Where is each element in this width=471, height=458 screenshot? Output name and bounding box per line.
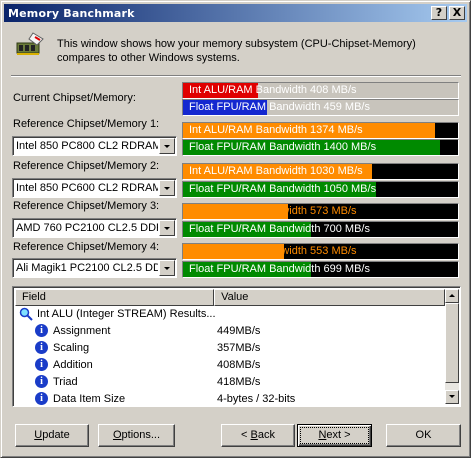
next-button[interactable]: Next >	[297, 424, 372, 447]
row-value: 357MB/s	[217, 342, 261, 354]
reference-3-value: AMD 760 PC2100 CL2.5 DDR (	[16, 222, 158, 234]
options-button[interactable]: Options...	[98, 424, 175, 447]
current-fpu-text: Float FPU/RAM Bandwidth 459 MB/s	[189, 101, 370, 113]
reference-1-label: Reference Chipset/Memory 1:	[13, 118, 160, 130]
reference-3-alu-text: Int ALU/RAM Bandwidth 573 MB/s	[189, 205, 357, 217]
magnifier-icon	[19, 307, 33, 321]
reference-2-value: Intel 850 PC600 CL2 RDRAM (F	[16, 182, 158, 194]
row-field: Addition	[53, 359, 93, 371]
reference-4-alu-text: Int ALU/RAM Bandwidth 553 MB/s	[189, 245, 357, 257]
reference-3-fpu-bar: Float FPU/RAM Bandwidth 700 MB/s	[182, 221, 459, 238]
row-field: Scaling	[53, 342, 90, 354]
results-list[interactable]: Field Value Int ALU (Integer STREAM) Res…	[12, 286, 461, 407]
window-title: Memory Banchmark	[8, 6, 135, 20]
current-fpu-bar: Float FPU/RAM Bandwidth 459 MB/s	[182, 99, 459, 116]
current-chipset-label: Current Chipset/Memory:	[13, 92, 136, 104]
chevron-down-icon[interactable]	[159, 180, 175, 196]
reference-3-fpu-text: Float FPU/RAM Bandwidth 700 MB/s	[189, 223, 370, 235]
reference-4-fpu-text: Float FPU/RAM Bandwidth 699 MB/s	[189, 263, 370, 275]
column-header-value[interactable]: Value	[214, 289, 445, 306]
table-row[interactable]: i Addition 408MB/s	[15, 357, 445, 374]
info-icon: i	[35, 375, 48, 388]
info-icon: i	[35, 341, 48, 354]
table-row[interactable]: i Triad 418MB/s	[15, 374, 445, 391]
ok-button[interactable]: OK	[386, 424, 461, 447]
reference-3-alu-bar: Int ALU/RAM Bandwidth 573 MB/s	[182, 203, 459, 220]
reference-1-alu-text: Int ALU/RAM Bandwidth 1374 MB/s	[189, 124, 363, 136]
table-row[interactable]: i Assignment 449MB/s	[15, 323, 445, 340]
reference-1-fpu-text: Float FPU/RAM Bandwidth 1400 MB/s	[189, 141, 377, 153]
reference-1-select[interactable]: Intel 850 PC800 CL2 RDRAM (F	[12, 136, 177, 156]
reference-4-label: Reference Chipset/Memory 4:	[13, 241, 160, 253]
info-icon: i	[35, 358, 48, 371]
info-icon: i	[35, 392, 48, 405]
vertical-scrollbar[interactable]	[445, 289, 459, 404]
reference-2-fpu-text: Float FPU/RAM Bandwidth 1050 MB/s	[189, 183, 377, 195]
scroll-thumb[interactable]	[445, 303, 459, 383]
reference-3-select[interactable]: AMD 760 PC2100 CL2.5 DDR (	[12, 218, 177, 238]
chevron-down-icon[interactable]	[159, 220, 175, 236]
reference-4-select[interactable]: Ali Magik1 PC2100 CL2.5 DDR	[12, 258, 177, 278]
memory-chip-icon	[16, 32, 44, 55]
reference-2-alu-text: Int ALU/RAM Bandwidth 1030 MB/s	[189, 165, 363, 177]
title-bar[interactable]: Memory Banchmark ? X	[4, 4, 467, 22]
row-value: 449MB/s	[217, 325, 261, 337]
info-icon: i	[35, 324, 48, 337]
reference-3-label: Reference Chipset/Memory 3:	[13, 200, 160, 212]
chevron-down-icon[interactable]	[159, 260, 175, 276]
row-field: Triad	[53, 376, 78, 388]
reference-4-alu-bar: Int ALU/RAM Bandwidth 553 MB/s	[182, 243, 459, 260]
reference-2-fpu-bar: Float FPU/RAM Bandwidth 1050 MB/s	[182, 181, 459, 198]
reference-4-value: Ali Magik1 PC2100 CL2.5 DDR	[16, 262, 158, 274]
divider	[11, 75, 461, 77]
scroll-up-icon[interactable]	[445, 289, 459, 303]
reference-2-select[interactable]: Intel 850 PC600 CL2 RDRAM (F	[12, 178, 177, 198]
reference-1-fpu-bar: Float FPU/RAM Bandwidth 1400 MB/s	[182, 139, 459, 156]
reference-4-fpu-bar: Float FPU/RAM Bandwidth 699 MB/s	[182, 261, 459, 278]
row-value: 408MB/s	[217, 359, 261, 371]
current-alu-bar: Int ALU/RAM Bandwidth 408 MB/s	[182, 82, 459, 99]
intro-text: This window shows how your memory subsys…	[57, 38, 416, 64]
current-alu-text: Int ALU/RAM Bandwidth 408 MB/s	[189, 84, 357, 96]
reference-1-alu-bar: Int ALU/RAM Bandwidth 1374 MB/s	[182, 122, 459, 139]
update-button[interactable]: Update	[15, 424, 89, 447]
table-row[interactable]: i Data Item Size 4-bytes / 32-bits	[15, 391, 445, 406]
row-field: Assignment	[53, 325, 111, 337]
row-value: 418MB/s	[217, 376, 261, 388]
help-button[interactable]: ?	[431, 6, 447, 20]
table-row[interactable]: i Scaling 357MB/s	[15, 340, 445, 357]
chevron-down-icon[interactable]	[159, 138, 175, 154]
list-group-row[interactable]: Int ALU (Integer STREAM) Results...	[15, 306, 445, 323]
list-header: Field Value	[15, 289, 445, 306]
scroll-down-icon[interactable]	[445, 390, 459, 404]
column-header-field[interactable]: Field	[15, 289, 215, 306]
reference-1-value: Intel 850 PC800 CL2 RDRAM (F	[16, 140, 158, 152]
row-field: Data Item Size	[53, 393, 126, 405]
back-button[interactable]: < Back	[221, 424, 295, 447]
reference-2-label: Reference Chipset/Memory 2:	[13, 160, 160, 172]
group-label: Int ALU (Integer STREAM) Results...	[37, 308, 216, 320]
close-button[interactable]: X	[449, 6, 465, 20]
reference-2-alu-bar: Int ALU/RAM Bandwidth 1030 MB/s	[182, 163, 459, 180]
row-value: 4-bytes / 32-bits	[217, 393, 296, 405]
memory-benchmark-window: Memory Banchmark ? X This window shows h…	[0, 0, 471, 458]
